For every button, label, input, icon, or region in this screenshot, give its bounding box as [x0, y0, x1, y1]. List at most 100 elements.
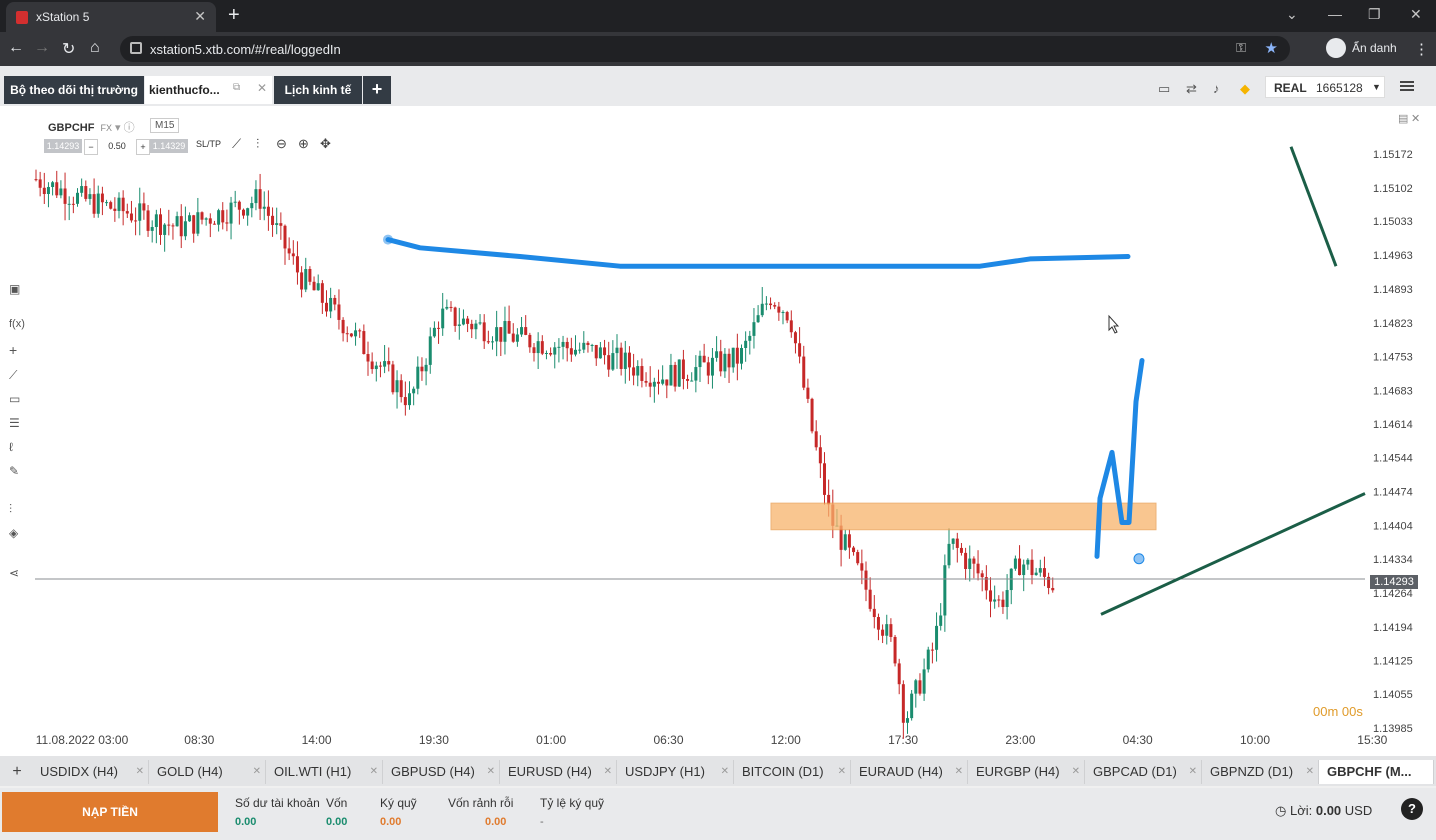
- symbol-tab[interactable]: OIL.WTI (H1) ✕: [266, 760, 383, 784]
- incognito-avatar-icon[interactable]: [1326, 38, 1346, 58]
- text-tool-icon[interactable]: ℓ: [9, 440, 13, 454]
- y-tick-label: 1.14125: [1373, 655, 1413, 667]
- symbol-tab[interactable]: GOLD (H4) ✕: [149, 760, 266, 784]
- close-chart-icon[interactable]: ✕: [1411, 112, 1420, 125]
- sell-price[interactable]: 1.14293: [44, 139, 82, 153]
- premium-diamond-icon[interactable]: ◆: [1240, 81, 1250, 97]
- bell-icon[interactable]: ♪: [1213, 81, 1220, 96]
- symbol-tab-label: GBPNZD (D1): [1210, 764, 1294, 779]
- add-symbol-tab-button[interactable]: +: [4, 760, 30, 784]
- chart-type-icon[interactable]: ▣: [9, 282, 20, 296]
- rectangle-tool-icon[interactable]: ▭: [9, 392, 20, 406]
- volume-input[interactable]: 0.50: [98, 139, 136, 153]
- browser-tab[interactable]: xStation 5 ✕: [6, 2, 216, 32]
- share-icon[interactable]: ⋖: [9, 566, 19, 580]
- crosshair-icon[interactable]: +: [9, 342, 17, 358]
- close-symbol-tab-icon[interactable]: ✕: [1072, 760, 1080, 784]
- minimize-icon[interactable]: —: [1328, 6, 1342, 22]
- indicators-icon[interactable]: f(x): [9, 318, 25, 330]
- tab-market-watch[interactable]: Bộ theo dõi thị trường: [4, 76, 144, 104]
- reload-icon[interactable]: ↻: [62, 39, 75, 59]
- fibonacci-icon[interactable]: ☰: [9, 416, 20, 430]
- symbol-tab[interactable]: EURAUD (H4) ✕: [851, 760, 968, 784]
- key-icon[interactable]: ⚿: [1236, 40, 1246, 56]
- candle-body: [250, 203, 254, 209]
- forward-icon[interactable]: →: [34, 39, 50, 57]
- candle-body: [557, 346, 561, 348]
- profile-label[interactable]: Ẩn danh: [1352, 41, 1397, 55]
- layers-icon[interactable]: ◈: [9, 526, 18, 540]
- candle-body: [598, 347, 602, 359]
- tab-search-icon[interactable]: ⌄: [1286, 6, 1298, 23]
- close-symbol-tab-icon[interactable]: ✕: [721, 760, 729, 784]
- popout-icon[interactable]: ⧉: [233, 82, 240, 93]
- layout-icon[interactable]: ▭: [1158, 81, 1170, 97]
- restore-icon[interactable]: ❐: [1368, 6, 1381, 23]
- volume-minus-button[interactable]: −: [84, 139, 98, 155]
- candle-body: [860, 563, 864, 571]
- back-icon[interactable]: ←: [8, 39, 24, 57]
- url-field[interactable]: xstation5.xtb.com/#/real/loggedIn ⚿ ★: [120, 36, 1290, 62]
- hamburger-menu-icon[interactable]: [1400, 81, 1414, 83]
- tab-chart-workspace[interactable]: kienthucfo... ⧉ ✕: [145, 76, 272, 104]
- brush-icon[interactable]: ✎: [9, 464, 19, 478]
- zoom-in-icon[interactable]: ⊕: [298, 136, 309, 152]
- close-symbol-tab-icon[interactable]: ✕: [487, 760, 495, 784]
- y-tick-label: 1.14474: [1373, 487, 1413, 499]
- home-icon[interactable]: ⌂: [90, 39, 100, 57]
- help-button[interactable]: ?: [1401, 798, 1423, 820]
- candle-body: [881, 629, 885, 636]
- close-window-icon[interactable]: ✕: [1410, 6, 1422, 23]
- deposit-button[interactable]: NẠP TIỀN: [2, 792, 218, 832]
- candle-body: [847, 534, 851, 548]
- symbol-tab[interactable]: GBPNZD (D1) ✕: [1202, 760, 1319, 784]
- chart-panel[interactable]: 1.15172 1.15102 1.15033 1.14963 1.14893 1.148…: [0, 106, 1436, 756]
- symbol-tab[interactable]: GBPCHF (M...: [1319, 760, 1434, 784]
- move-icon[interactable]: ✥: [320, 136, 331, 152]
- close-symbol-tab-icon[interactable]: ✕: [838, 760, 846, 784]
- line-chart-icon[interactable]: ⟋: [232, 136, 241, 152]
- symbol-header[interactable]: GBPCHF FX ▾ ⓘ: [48, 119, 135, 135]
- zoom-out-icon[interactable]: ⊖: [276, 136, 287, 152]
- symbol-tab[interactable]: USDIDX (H4) ✕: [32, 760, 149, 784]
- tab-economic-calendar[interactable]: Lịch kinh tế: [274, 76, 362, 104]
- candles-icon[interactable]: ⫶: [9, 502, 12, 517]
- drawing-toolbar: ▣ f(x) + ⟋ ▭ ☰ ℓ ✎ ⫶ ◈ ⋖: [0, 106, 60, 756]
- chart-canvas[interactable]: 1.15172 1.15102 1.15033 1.14963 1.14893 1.148…: [0, 106, 1436, 756]
- app-tab-bar: Bộ theo dõi thị trường kienthucfo... ⧉ ✕…: [0, 66, 1436, 106]
- symbol-tab[interactable]: GBPCAD (D1) ✕: [1085, 760, 1202, 784]
- close-symbol-tab-icon[interactable]: ✕: [955, 760, 963, 784]
- candle-body: [138, 203, 142, 221]
- sltp-button[interactable]: SL/TP: [196, 139, 221, 149]
- close-symbol-tab-icon[interactable]: ✕: [604, 760, 612, 784]
- account-selector[interactable]: REAL 1665128 ▼: [1265, 76, 1385, 98]
- maximize-chart-icon[interactable]: ▤: [1398, 112, 1408, 125]
- candle-body: [901, 684, 905, 723]
- exchange-icon[interactable]: ⇄: [1186, 81, 1197, 97]
- bookmark-star-icon[interactable]: ★: [1265, 39, 1278, 57]
- symbol-tab[interactable]: EURUSD (H4) ✕: [500, 760, 617, 784]
- close-tab-icon[interactable]: ✕: [194, 8, 206, 25]
- add-tab-button[interactable]: +: [363, 76, 391, 104]
- symbol-tab[interactable]: EURGBP (H4) ✕: [968, 760, 1085, 784]
- close-symbol-tab-icon[interactable]: ✕: [253, 760, 261, 784]
- browser-menu-icon[interactable]: ⋮: [1414, 40, 1429, 58]
- timeframe-selector[interactable]: M15: [150, 118, 180, 133]
- close-symbol-tab-icon[interactable]: ✕: [1306, 760, 1314, 784]
- new-tab-button[interactable]: +: [228, 4, 240, 27]
- close-symbol-tab-icon[interactable]: ✕: [370, 760, 378, 784]
- close-workspace-icon[interactable]: ✕: [257, 81, 267, 95]
- line-tool-icon[interactable]: ⟋: [9, 368, 17, 383]
- y-tick-label: 1.15033: [1373, 216, 1413, 228]
- volume-plus-button[interactable]: +: [136, 139, 150, 155]
- candle-body: [150, 227, 154, 231]
- symbol-tab[interactable]: BITCOIN (D1) ✕: [734, 760, 851, 784]
- candlestick-icon[interactable]: ⫶: [256, 136, 259, 152]
- symbol-tab[interactable]: GBPUSD (H4) ✕: [383, 760, 500, 784]
- symbol-tab-label: EURAUD (H4): [859, 764, 943, 779]
- close-symbol-tab-icon[interactable]: ✕: [136, 760, 144, 784]
- close-symbol-tab-icon[interactable]: ✕: [1189, 760, 1197, 784]
- symbol-dropdown-icon[interactable]: ▾ ⓘ: [115, 122, 135, 134]
- buy-price[interactable]: 1.14329: [150, 139, 188, 153]
- symbol-tab[interactable]: USDJPY (H1) ✕: [617, 760, 734, 784]
